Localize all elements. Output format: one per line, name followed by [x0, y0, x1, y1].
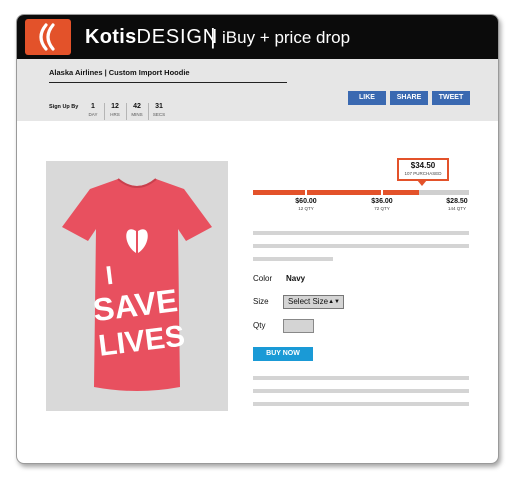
title-bar: KotisDESIGN | iBuy + price drop [17, 15, 498, 59]
app-window: KotisDESIGN | iBuy + price drop Alaska A… [16, 14, 499, 464]
product-name: Alaska Airlines | Custom Import Hoodie [49, 68, 190, 77]
details-placeholder [253, 402, 469, 406]
countdown-seconds: 31 SECS [149, 103, 169, 118]
description-placeholder [253, 231, 469, 235]
title-separator: | [210, 24, 216, 49]
price-tier: $36.00 72 QTY [362, 198, 402, 212]
tier-price: $36.00 [371, 198, 393, 205]
tier-qty: 12 QTY [298, 206, 314, 211]
current-price-callout: $34.50 107 PURCHASED [397, 158, 449, 181]
tier-price: $28.50 [446, 198, 468, 205]
countdown-value: 42 [133, 103, 141, 110]
select-arrows-icon: ▲▼ [328, 299, 340, 305]
tier-price: $60.00 [295, 198, 317, 205]
countdown-unit: SECS [152, 112, 166, 117]
qty-label: Qty [253, 321, 266, 330]
color-value: Navy [286, 274, 306, 283]
details-placeholder [253, 389, 469, 393]
description-placeholder [253, 257, 333, 261]
price-progress-fill [253, 190, 420, 195]
callout-pointer [417, 180, 427, 186]
countdown-value: 31 [155, 103, 163, 110]
color-label: Color [253, 274, 273, 283]
size-select-value: Select Size [288, 297, 329, 306]
countdown-days: 1 DAY [83, 103, 103, 118]
like-button[interactable]: LIKE [348, 91, 386, 105]
product-image: I SAVE LIVES [46, 161, 228, 411]
countdown-unit: HRS [110, 112, 120, 117]
kotis-logo-icon [25, 19, 71, 55]
tshirt-image: I SAVE LIVES [62, 178, 212, 391]
app-title: iBuy + price drop [222, 28, 351, 47]
qty-input[interactable] [283, 319, 314, 333]
brand-name: KotisDESIGN [85, 26, 218, 49]
tier-marker [305, 190, 307, 195]
tweet-button[interactable]: TWEET [432, 91, 470, 105]
countdown-value: 1 [91, 103, 95, 110]
signup-label: Sign Up By [49, 104, 79, 110]
price-progress-bar [253, 190, 469, 195]
purchased-count: 107 PURCHASED [404, 171, 442, 176]
campaign-toolbar: Alaska Airlines | Custom Import Hoodie S… [17, 59, 498, 121]
tier-qty: 144 QTY [447, 206, 466, 211]
countdown-value: 12 [111, 103, 119, 110]
countdown-unit: DAY [88, 112, 98, 117]
tier-qty: 72 QTY [374, 206, 390, 211]
size-select[interactable]: Select Size ▲▼ [283, 295, 344, 309]
countdown-minutes: 42 MINS [127, 103, 147, 118]
countdown-unit: MINS [131, 112, 143, 117]
description-placeholder [253, 244, 469, 248]
details-placeholder [253, 376, 469, 380]
size-label: Size [253, 297, 269, 306]
current-price: $34.50 [410, 161, 436, 170]
countdown-hours: 12 HRS [105, 103, 125, 118]
share-button[interactable]: SHARE [390, 91, 428, 105]
price-tier: $60.00 12 QTY [286, 198, 326, 212]
tier-marker [381, 190, 383, 195]
toolbar-divider [49, 82, 287, 83]
brand-bold: Kotis [85, 26, 137, 48]
buy-now-button[interactable]: BUY NOW [253, 347, 313, 361]
price-tier: $28.50 144 QTY [437, 198, 477, 212]
brand-light: DESIGN [136, 26, 218, 48]
